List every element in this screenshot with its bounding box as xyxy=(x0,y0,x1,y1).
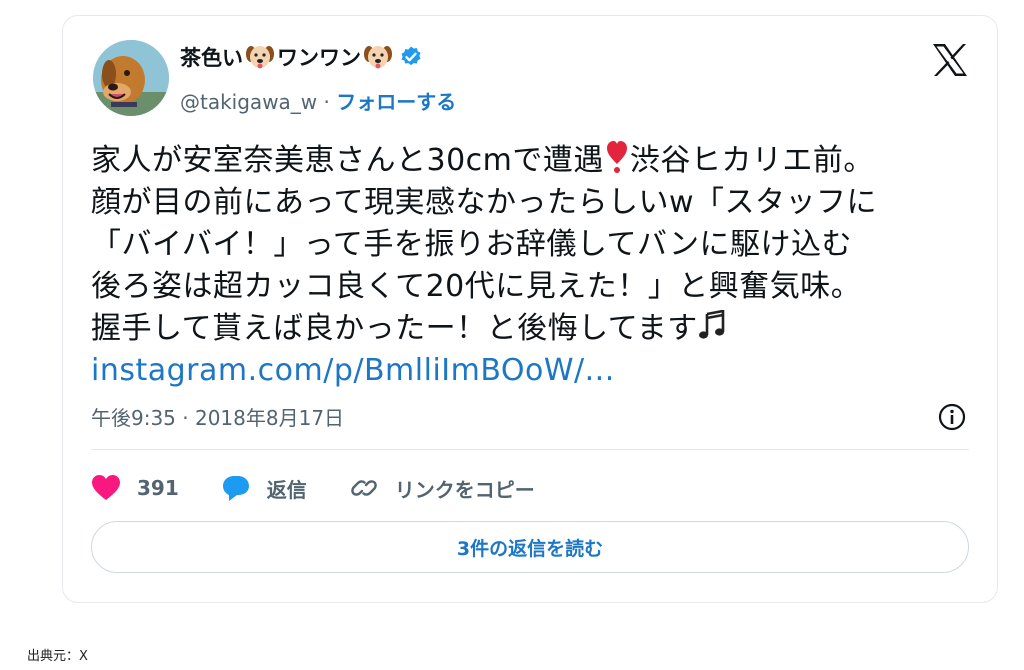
dog-face-icon xyxy=(364,44,392,70)
display-name[interactable]: 茶色い ワンワン xyxy=(180,42,423,72)
tweet-card: 茶色い ワンワン @takigawa_w · フォローする 家人が安室奈美恵さん… xyxy=(62,15,998,603)
display-name-prefix: 茶色い xyxy=(180,46,243,70)
tweet-line-text: 握手して貰えば良かったー！と後悔してます xyxy=(91,311,698,346)
tweet-line: 後ろ姿は超カッコ良くて20代に見えた！」と興奮気味。 xyxy=(91,269,862,304)
like-count: 391 xyxy=(137,476,179,500)
tweet-line: 握手して貰えば良かったー！と後悔してます xyxy=(91,308,981,350)
instagram-link[interactable]: instagram.com/p/BmlliImBOoW/... xyxy=(91,350,981,392)
info-icon[interactable] xyxy=(937,402,967,432)
verified-badge-icon xyxy=(399,45,423,69)
tweet-line-text: 家人が安室奈美恵さんと30cmで遭遇 xyxy=(91,143,604,178)
tweet-text: 家人が安室奈美恵さんと30cmで遭遇 渋谷ヒカリエ前。 顔が目の前にあって現実感な… xyxy=(91,140,981,392)
copy-link-label: リンクをコピー xyxy=(394,477,535,502)
dog-avatar[interactable] xyxy=(93,40,169,116)
x-logo-icon[interactable] xyxy=(931,42,969,78)
like-button[interactable]: 391 xyxy=(91,474,179,502)
source-caption: 出典元：X xyxy=(27,649,88,664)
music-notes-icon xyxy=(698,309,726,340)
handle-row: @takigawa_w · フォローする xyxy=(180,86,456,115)
display-name-middle: ワンワン xyxy=(277,46,361,70)
handle-separator: · xyxy=(317,90,337,114)
tweet-line: 家人が安室奈美恵さんと30cmで遭遇 渋谷ヒカリエ前。 xyxy=(91,140,981,182)
heart-icon xyxy=(92,475,120,500)
tweet-line-text: 渋谷ヒカリエ前。 xyxy=(629,143,874,178)
reply-label: 返信 xyxy=(266,477,307,502)
read-replies-button[interactable]: 3件の返信を読む xyxy=(91,521,969,573)
follow-button[interactable]: フォローする xyxy=(336,90,456,114)
tweet-timestamp[interactable]: 午後9:35 · 2018年8月17日 xyxy=(91,402,344,431)
user-handle[interactable]: @takigawa_w xyxy=(180,90,317,114)
link-icon xyxy=(350,480,377,496)
tweet-line: 「バイバイ！」って手を振りお辞儀してバンに駆け込む xyxy=(91,227,852,262)
reply-button[interactable]: 返信 xyxy=(221,474,307,503)
red-exclamation-heart-icon xyxy=(606,140,628,174)
copy-link-button[interactable]: リンクをコピー xyxy=(349,474,535,503)
action-bar: 391 返信 リンクをコピー xyxy=(91,468,577,508)
tweet-line: 顔が目の前にあって現実感なかったらしいw「スタッフに xyxy=(91,185,878,220)
divider xyxy=(91,449,969,450)
speech-bubble-icon xyxy=(222,476,249,501)
dog-face-icon xyxy=(246,44,274,70)
